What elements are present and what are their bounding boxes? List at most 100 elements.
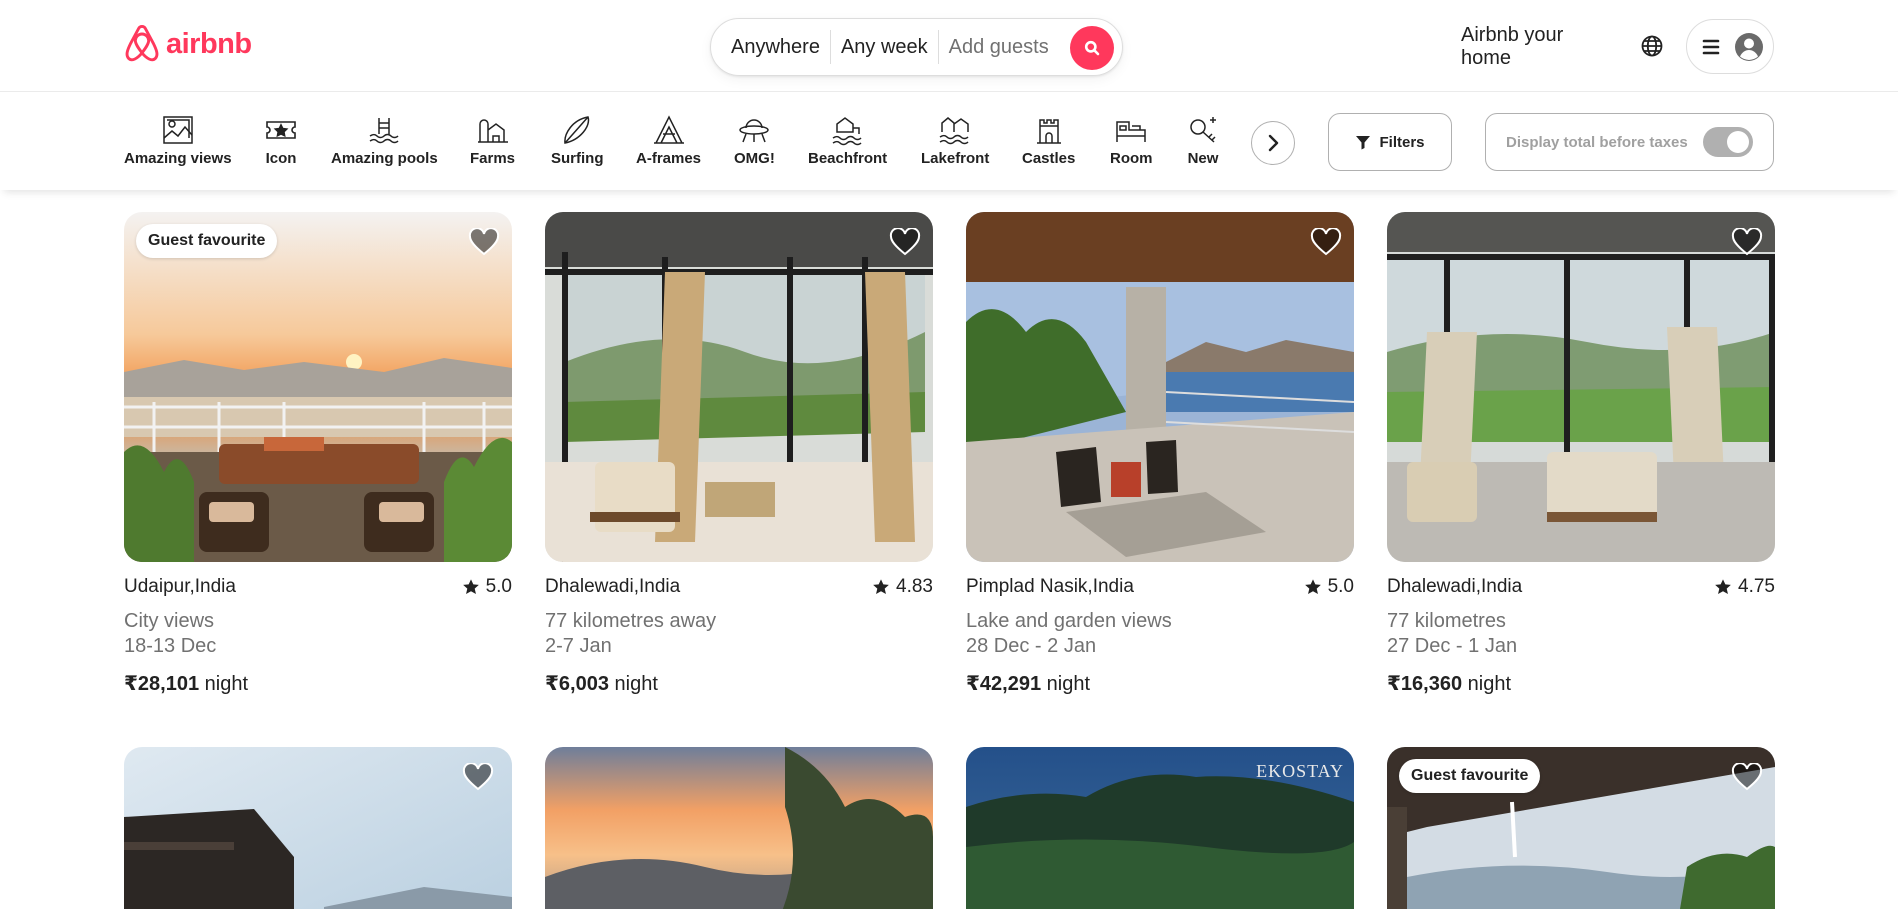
- listing-card[interactable]: Dhalewadi,India 4.83 77 kilometres away …: [545, 212, 933, 696]
- listing-price: ₹42,291 night: [966, 671, 1354, 696]
- category-new[interactable]: New: [1186, 114, 1220, 167]
- listing-photo-image: [545, 747, 933, 909]
- price-unit: night: [1467, 673, 1512, 695]
- category-label: Amazing views: [124, 150, 232, 167]
- star-icon: [873, 579, 889, 595]
- listing-price: ₹16,360 night: [1387, 671, 1775, 696]
- heart-icon[interactable]: [1310, 228, 1342, 256]
- category-castles[interactable]: Castles: [1022, 114, 1075, 167]
- rating-value: 5.0: [1327, 576, 1354, 597]
- globe-icon[interactable]: [1640, 34, 1664, 58]
- price-unit: night: [614, 673, 658, 695]
- user-avatar-icon: [1735, 32, 1763, 61]
- listing-photo[interactable]: [1387, 212, 1775, 562]
- ticket-star-icon: [266, 121, 296, 139]
- category-farms[interactable]: Farms: [470, 114, 515, 167]
- listing-rating: 4.83: [872, 576, 933, 598]
- taxes-label: Display total before taxes: [1506, 133, 1688, 151]
- category-label: New: [1187, 150, 1219, 167]
- listing-price: ₹28,101 night: [124, 671, 512, 696]
- listing-photo-image: [545, 212, 933, 562]
- search-bar[interactable]: Anywhere Any week Add guests: [710, 18, 1123, 76]
- listing-card[interactable]: Dhalewadi,India 4.75 77 kilometres 27 De…: [1387, 212, 1775, 696]
- price-unit: night: [1046, 673, 1091, 695]
- brand-name: airbnb: [166, 27, 252, 60]
- price-amount: ₹42,291: [966, 673, 1042, 695]
- listing-dates: 27 Dec - 1 Jan: [1387, 635, 1518, 657]
- listing-card[interactable]: Guest favourite Udaipur,India 5.0 City v…: [124, 212, 512, 696]
- farm-icon: [477, 119, 508, 143]
- listing-photo[interactable]: [124, 747, 512, 909]
- sparkle-key-icon: [1190, 117, 1216, 143]
- category-amazing-views[interactable]: Amazing views: [124, 114, 232, 167]
- price-amount: ₹16,360: [1387, 673, 1463, 695]
- pool-icon: [369, 118, 399, 144]
- picture-frame-icon: [163, 116, 193, 144]
- category-next-button[interactable]: [1251, 121, 1295, 165]
- category-lakefront[interactable]: Lakefront: [921, 114, 989, 167]
- listing-description: Lake and garden views: [966, 610, 1172, 632]
- listing-dates: 28 Dec - 2 Jan: [966, 635, 1097, 657]
- category-label: Lakefront: [921, 150, 990, 167]
- search-location[interactable]: Anywhere: [721, 30, 830, 64]
- listing-description: City views: [124, 610, 215, 632]
- category-icon[interactable]: Icon: [264, 114, 298, 167]
- a-frame-icon: [653, 115, 684, 144]
- price-unit: night: [204, 673, 249, 695]
- category-surfing[interactable]: Surfing: [551, 114, 604, 167]
- star-icon: [1715, 579, 1731, 595]
- category-omg[interactable]: OMG!: [734, 114, 775, 167]
- category-label: OMG!: [734, 150, 775, 167]
- heart-icon[interactable]: [462, 763, 494, 791]
- search-dates[interactable]: Any week: [831, 30, 938, 64]
- listing-photo[interactable]: EKOSTAY: [966, 747, 1354, 909]
- category-label: Room: [1110, 150, 1153, 167]
- listing-location: Dhalewadi,India: [1387, 576, 1523, 597]
- filter-funnel-icon: [1356, 136, 1371, 150]
- listing-photo-image: [124, 212, 512, 562]
- heart-icon[interactable]: [1731, 228, 1763, 256]
- filters-button[interactable]: Filters: [1328, 113, 1452, 171]
- listing-photo[interactable]: [966, 212, 1354, 562]
- listing-rating: 4.75: [1714, 576, 1775, 598]
- category-beachfront[interactable]: Beachfront: [808, 114, 887, 167]
- search-guests[interactable]: Add guests: [939, 30, 1059, 64]
- listing-photo[interactable]: Guest favourite: [1387, 747, 1775, 909]
- listing-photo[interactable]: [545, 747, 933, 909]
- star-icon: [1304, 579, 1321, 595]
- listing-card[interactable]: Pimplad Nasik,India 5.0 Lake and garden …: [966, 212, 1354, 696]
- surfboard-icon: [564, 116, 590, 144]
- airbnb-logo-icon: [125, 25, 159, 62]
- category-label: A-frames: [636, 150, 702, 167]
- listing-photo-image: [966, 212, 1354, 562]
- category-label: Farms: [470, 150, 516, 167]
- rating-value: 4.83: [896, 576, 933, 597]
- category-room[interactable]: Room: [1110, 114, 1153, 167]
- heart-icon[interactable]: [468, 228, 500, 256]
- category-amazing-pools[interactable]: Amazing pools: [331, 114, 438, 167]
- listing-photo[interactable]: [545, 212, 933, 562]
- heart-icon[interactable]: [1731, 763, 1763, 791]
- price-amount: ₹28,101: [124, 673, 200, 695]
- castle-icon: [1036, 119, 1061, 144]
- bed-icon: [1116, 121, 1146, 142]
- category-label: Beachfront: [808, 150, 888, 167]
- category-label: Surfing: [551, 150, 604, 167]
- heart-icon[interactable]: [889, 228, 921, 256]
- rating-value: 4.75: [1738, 576, 1775, 597]
- user-menu-button[interactable]: [1686, 19, 1774, 74]
- category-label: Castles: [1022, 150, 1076, 167]
- filters-label: Filters: [1379, 133, 1425, 151]
- category-label: Icon: [265, 150, 297, 167]
- host-your-home-link[interactable]: Airbnb your home: [1461, 24, 1581, 70]
- category-a-frames[interactable]: A-frames: [636, 114, 701, 167]
- airbnb-logo[interactable]: airbnb: [124, 24, 252, 64]
- listing-photo[interactable]: Guest favourite: [124, 212, 512, 562]
- taxes-toggle[interactable]: [1703, 127, 1753, 157]
- display-total-before-taxes[interactable]: Display total before taxes: [1485, 113, 1774, 171]
- search-button[interactable]: [1070, 26, 1114, 70]
- chevron-right-icon: [1268, 134, 1279, 152]
- hamburger-icon: [1702, 39, 1720, 54]
- ufo-icon: [739, 119, 770, 143]
- listing-location: Dhalewadi,India: [545, 576, 681, 597]
